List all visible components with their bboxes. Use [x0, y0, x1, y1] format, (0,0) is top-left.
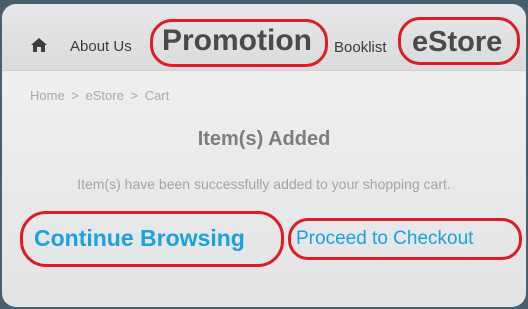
confirmation-message: Item(s) have been successfully added to … — [77, 176, 451, 192]
breadcrumb-separator: > — [130, 88, 139, 103]
highlight-ring-promotion — [150, 19, 328, 67]
breadcrumb-separator: > — [71, 88, 79, 103]
main-content: Home > eStore > Cart Item(s) Added Item(… — [2, 71, 526, 307]
page-title: Item(s) Added — [197, 128, 331, 150]
top-navigation: About Us Promotion Booklist eStore — [2, 4, 526, 71]
highlight-ring-estore — [398, 17, 520, 65]
home-icon[interactable] — [30, 37, 48, 53]
app-window: About Us Promotion Booklist eStore Home … — [2, 4, 526, 307]
breadcrumb-cart: Cart — [144, 88, 170, 103]
highlight-ring-checkout — [288, 218, 522, 260]
breadcrumb-home[interactable]: Home — [30, 88, 65, 103]
breadcrumb: Home > eStore > Cart — [30, 88, 169, 103]
breadcrumb-estore[interactable]: eStore — [86, 88, 124, 103]
highlight-ring-continue — [20, 211, 284, 267]
nav-item-booklist[interactable]: Booklist — [334, 39, 387, 56]
nav-item-about-us[interactable]: About Us — [70, 38, 132, 55]
